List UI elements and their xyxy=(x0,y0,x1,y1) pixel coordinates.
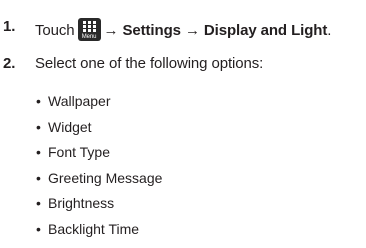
bullet: • xyxy=(36,93,41,109)
bullet: • xyxy=(36,118,41,135)
step-1-path: → Settings → Display and Light xyxy=(103,22,328,39)
list-item: • Greeting Message xyxy=(36,169,162,195)
option-greeting-message: Greeting Message xyxy=(48,169,163,186)
list-item: • Brightness xyxy=(36,194,162,220)
step-1-suffix: . xyxy=(327,22,332,39)
step-1-number: 1. xyxy=(3,18,16,35)
list-item: • Font Type xyxy=(36,143,162,169)
list-item: • Backlight Time xyxy=(36,220,162,246)
option-backlight-time: Backlight Time xyxy=(48,220,140,237)
option-font-type: Font Type xyxy=(48,144,111,160)
menu-key-label: Menu xyxy=(81,34,97,40)
instructions-document: 1. Touch Menu → Settings → Display and Lig… xyxy=(0,0,366,248)
bullet: • xyxy=(36,144,41,160)
option-brightness: Brightness xyxy=(48,195,115,211)
step-1-prefix: Touch xyxy=(35,22,75,39)
step-2-number: 2. xyxy=(3,55,16,72)
bullet: • xyxy=(36,195,41,211)
bullet: • xyxy=(36,169,41,186)
bullet: • xyxy=(36,220,41,237)
option-widget: Widget xyxy=(48,118,92,135)
step-2-text: Select one of the following options: xyxy=(35,55,264,72)
options-list: • Wallpaper • Widget • Font Type • Greeting … xyxy=(36,92,162,245)
list-item: • Widget xyxy=(36,118,162,144)
step-1-text: Touch Menu → Settings → Display and Light. xyxy=(35,18,331,41)
menu-key-icon: Menu xyxy=(77,18,101,41)
list-item: • Wallpaper xyxy=(36,92,162,118)
option-wallpaper: Wallpaper xyxy=(48,93,111,109)
